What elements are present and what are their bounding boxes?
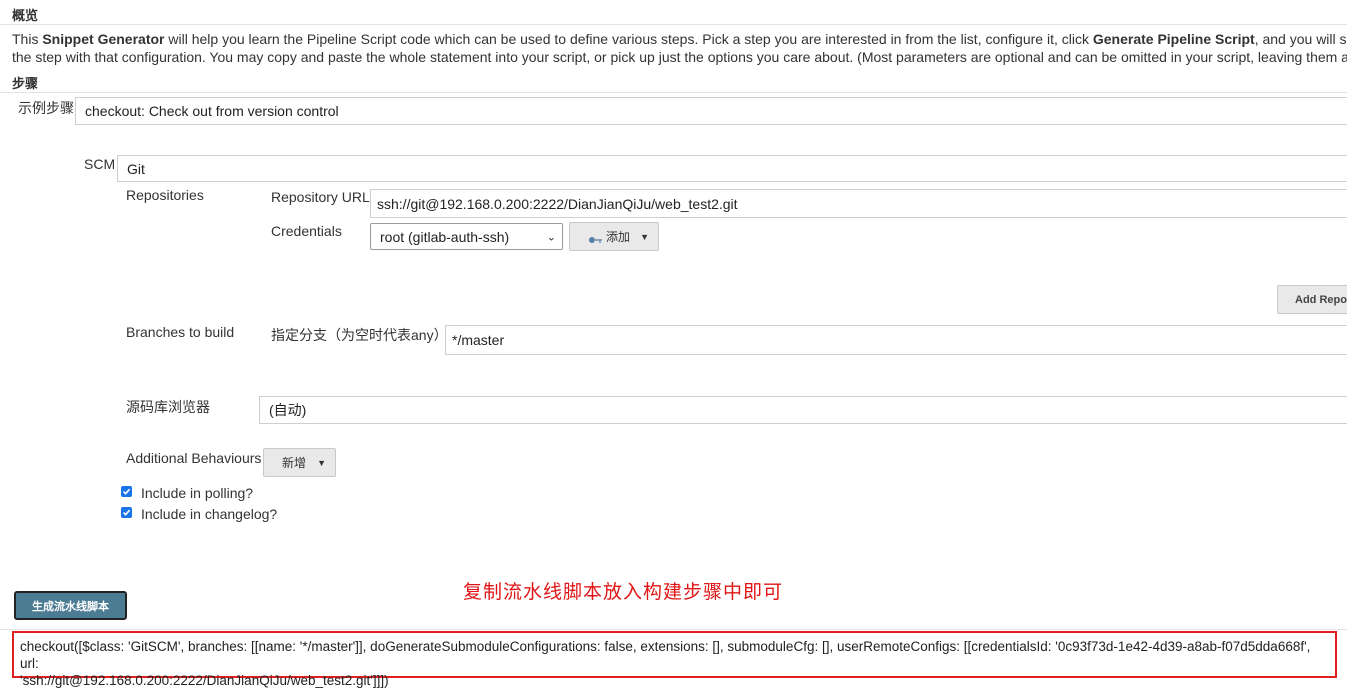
- sample-step-label: 示例步骤: [18, 100, 74, 116]
- add-repository-button[interactable]: Add Repo: [1277, 285, 1347, 314]
- branches-to-build-label: Branches to build: [126, 324, 235, 340]
- repository-url-label: Repository URL: [271, 189, 370, 205]
- overview-description: This Snippet Generator will help you lea…: [12, 30, 1347, 66]
- include-in-changelog-label: Include in changelog?: [141, 506, 278, 522]
- add-credentials-button[interactable]: 添加 ▼: [569, 222, 659, 251]
- chevron-down-icon: ⌄: [546, 231, 556, 243]
- include-in-polling-checkbox[interactable]: [121, 486, 132, 497]
- sample-step-select[interactable]: checkout: Check out from version control: [75, 97, 1347, 125]
- add-behaviour-label: 新增: [282, 456, 307, 470]
- credentials-select-value: root (gitlab-auth-ssh): [380, 228, 510, 245]
- steps-divider: [0, 92, 1347, 93]
- scm-label: SCM: [84, 156, 116, 172]
- include-in-polling-label: Include in polling?: [141, 485, 254, 501]
- repository-browser-label: 源码库浏览器: [126, 399, 210, 415]
- branch-specifier-input[interactable]: */master: [445, 325, 1347, 355]
- annotation-note: 复制流水线脚本放入构建步骤中即可: [463, 581, 784, 603]
- add-credentials-label: 添加: [606, 230, 631, 244]
- desc-bold-generate-pipeline-script: Generate Pipeline Script: [1092, 31, 1255, 47]
- generated-script-output[interactable]: checkout([$class: 'GitSCM', branches: [[…: [12, 631, 1337, 688]
- repositories-label: Repositories: [126, 187, 204, 203]
- repository-url-input[interactable]: ssh://git@192.168.0.200:2222/DianJianQiJ…: [370, 189, 1347, 218]
- desc-bold-snippet-generator: Snippet Generator: [42, 31, 165, 47]
- credentials-select[interactable]: root (gitlab-auth-ssh) ⌄: [370, 223, 563, 250]
- generated-script-line2: 'ssh://git@192.168.0.200:2222/DianJianQi…: [20, 673, 389, 688]
- checkmark-icon: [122, 488, 131, 495]
- dropdown-triangle-icon: ▼: [640, 231, 649, 242]
- generated-script-line1: checkout([$class: 'GitSCM', branches: [[…: [20, 639, 1311, 671]
- branch-specifier-label: 指定分支（为空时代表any）: [271, 327, 448, 343]
- desc-text: , and you will see a Pip: [1254, 31, 1347, 47]
- overview-description-line2: the step with that configuration. You ma…: [12, 49, 1347, 65]
- overview-divider: [0, 24, 1347, 25]
- overview-description-line1: This Snippet Generator will help you lea…: [12, 30, 1347, 48]
- credentials-label: Credentials: [271, 223, 342, 239]
- include-in-changelog-checkbox[interactable]: [121, 507, 132, 518]
- generate-pipeline-script-button[interactable]: 生成流水线脚本: [14, 591, 127, 620]
- scm-select[interactable]: Git: [117, 155, 1347, 182]
- key-icon: [589, 233, 602, 243]
- add-behaviour-button[interactable]: 新增 ▼: [263, 448, 336, 477]
- additional-behaviours-label: Additional Behaviours: [126, 450, 262, 466]
- desc-text: This: [12, 31, 43, 47]
- dropdown-triangle-icon: ▼: [317, 457, 326, 468]
- desc-text: will help you learn the Pipeline Script …: [164, 31, 1093, 47]
- overview-title: 概览: [12, 8, 39, 23]
- steps-title: 步骤: [12, 76, 39, 91]
- result-divider: [0, 629, 1347, 630]
- checkmark-icon: [122, 509, 131, 516]
- repository-browser-select[interactable]: (自动): [259, 396, 1347, 424]
